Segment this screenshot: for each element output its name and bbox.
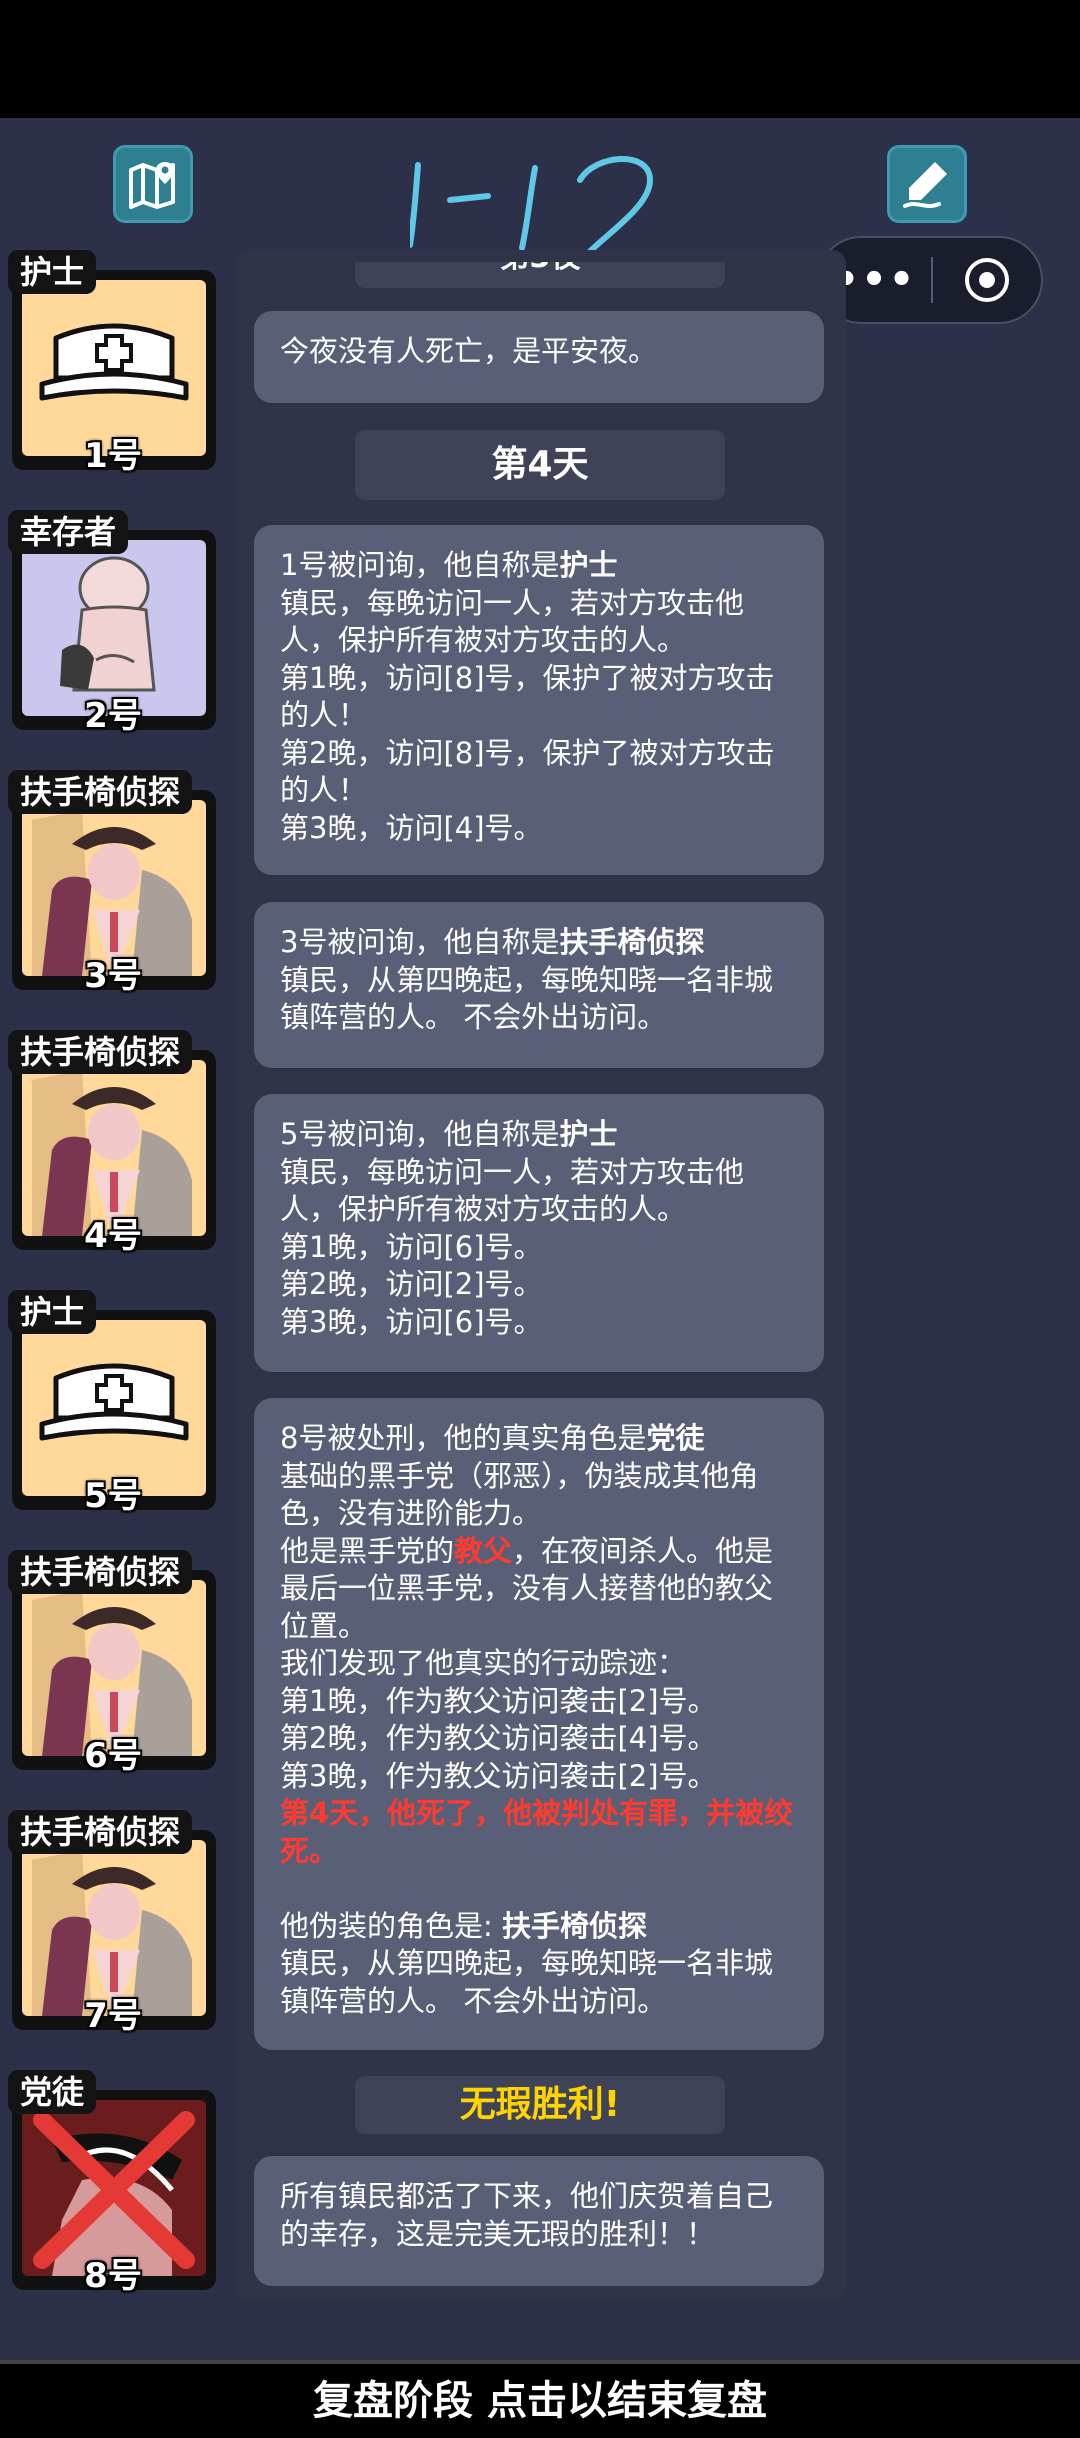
close-miniprogram-button[interactable] [933,255,1041,305]
interrogation-1-line: 第1晚，访问[8]号，保护了被对方攻击的人！ [280,660,775,733]
player-number: 7号 [84,1996,142,2036]
pen-edit-icon [903,162,947,208]
interrogation-3-claimed-role: 扶手椅侦探 [559,925,705,959]
day-4-header-text: 第4天 [491,444,589,485]
execution-godfather: 他是黑手党的教父，在夜间杀人。他是最后一位黑手党，没有人接替他的教父位置。 [280,1533,798,1646]
godfather-word: 教父 [454,1533,513,1568]
end-review-label: 复盘阶段 点击以结束复盘 [313,2378,767,2424]
interrogation-5-line: 第3晚，访问[6]号。 [280,1304,543,1339]
miniprogram-capsule: ••• [817,236,1043,324]
player-card[interactable]: 扶手椅侦探 6号 [8,1550,218,1776]
map-pin-icon [129,162,175,209]
status-bar [0,0,1080,118]
interrogation-3-title: 3号被问询，他自称是扶手椅侦探 [280,924,798,962]
interrogation-1-claimed-role: 护士 [559,548,618,582]
player-card[interactable]: 扶手椅侦探 4号 [8,1030,218,1256]
interrogation-5-line: 镇民，每晚访问一人，若对方攻击他人，保护所有被对方攻击的人。 [280,1154,745,1227]
execution-track: 第2晚，作为教父访问袭击[4]号。 [280,1721,717,1755]
interrogation-1: 1号被问询，他自称是护士 镇民，每晚访问一人，若对方攻击他人，保护所有被对方攻击… [254,525,824,875]
player-role-label: 党徒 [8,2070,97,2114]
victory-header: 无瑕胜利! [355,2076,725,2134]
execution-title: 8号被处刑，他的真实角色是党徒 [280,1420,798,1458]
victory-message-text: 所有镇民都活了下来，他们庆贺着自己的幸存，这是完美无瑕的胜利！！ [280,2179,774,2251]
interrogation-5: 5号被问询，他自称是护士 镇民，每晚访问一人，若对方攻击他人，保护所有被对方攻击… [254,1094,824,1372]
godfather-pre: 他是黑手党的 [280,1533,455,1568]
execution-report: 8号被处刑，他的真实角色是党徒 基础的黑手党（邪恶），伪装成其他角色，没有进阶能… [254,1398,824,2050]
execution-track: 第1晚，作为教父访问袭击[2]号。 [280,1683,717,1718]
player-number: 2号 [84,696,142,736]
player-role-label: 幸存者 [8,510,129,554]
interrogation-3-line: 镇民，从第四晚起，每晚知晓一名非城镇阵营的人。 不会外出访问。 [280,962,774,1035]
interrogation-1-title-pre: 1号被问询，他自称是 [280,548,560,582]
interrogation-3: 3号被问询，他自称是扶手椅侦探 镇民，从第四晚起，每晚知晓一名非城镇阵营的人。 … [254,902,824,1068]
interrogation-5-title: 5号被问询，他自称是护士 [280,1116,798,1154]
victory-header-text: 无瑕胜利! [459,2084,621,2125]
player-role-label: 扶手椅侦探 [8,1030,193,1074]
night-3-header-text: 第3夜 [500,262,581,275]
night-message: 今夜没有人死亡，是平安夜。 [254,311,824,403]
interrogation-1-line: 第2晚，访问[8]号，保护了被对方攻击的人！ [280,735,775,808]
interrogation-1-title: 1号被问询，他自称是护士 [280,547,798,585]
night-message-text: 今夜没有人死亡，是平安夜。 [280,334,658,368]
player-role-label: 护士 [8,1290,97,1334]
execution-role-desc: 基础的黑手党（邪恶），伪装成其他角色，没有进阶能力。 [280,1458,759,1531]
night-3-header: 第3夜 [355,262,725,288]
player-number: 3号 [84,956,142,996]
player-card[interactable]: 护士 5号 [8,1290,218,1516]
notes-button[interactable] [887,145,967,223]
player-number: 8号 [84,2256,142,2296]
player-card[interactable]: 幸存者 2号 [8,510,218,736]
player-card[interactable]: 党徒 8号 [8,2070,218,2296]
player-card[interactable]: 扶手椅侦探 7号 [8,1810,218,2036]
interrogation-1-line: 镇民，每晚访问一人，若对方攻击他人，保护所有被对方攻击的人。 [280,585,745,658]
execution-found: 我们发现了他真实的行动踪迹： [280,1646,687,1680]
interrogation-5-line: 第2晚，访问[2]号。 [280,1267,543,1301]
execution-track: 第3晚，作为教父访问袭击[2]号。 [280,1758,717,1793]
player-role-label: 扶手椅侦探 [8,770,193,814]
disguise-desc: 镇民，从第四晚起，每晚知晓一名非城镇阵营的人。 不会外出访问。 [280,1946,774,2018]
interrogation-5-line: 第1晚，访问[6]号。 [280,1229,543,1264]
player-number: 1号 [84,436,142,476]
interrogation-3-title-pre: 3号被问询，他自称是 [280,925,560,959]
disguise-pre: 他伪装的角色是: [280,1908,502,1943]
player-card[interactable]: 扶手椅侦探 3号 [8,770,218,996]
interrogation-1-line: 第3晚，访问[4]号。 [280,810,543,845]
execution-true-role: 党徒 [646,1421,705,1455]
player-number: 4号 [84,1216,142,1256]
day-4-header: 第4天 [355,430,725,500]
execution-verdict: 第4天，他死了，他被判处有罪，并被绞死。 [280,1796,794,1868]
victory-message: 所有镇民都活了下来，他们庆贺着自己的幸存，这是完美无瑕的胜利！！ [254,2156,824,2286]
player-role-label: 扶手椅侦探 [8,1550,193,1594]
disguise-role: 扶手椅侦探 [502,1908,648,1943]
execution-disguise: 他伪装的角色是: 扶手椅侦探 [280,1908,798,1946]
player-number: 5号 [84,1476,142,1516]
execution-title-pre: 8号被处刑，他的真实角色是 [280,1421,647,1455]
player-role-label: 护士 [8,250,97,294]
interrogation-5-title-pre: 5号被问询，他自称是 [280,1117,560,1151]
end-review-button[interactable]: 复盘阶段 点击以结束复盘 [0,2360,1080,2438]
record-circle-icon [965,258,1009,302]
interrogation-5-claimed-role: 护士 [559,1117,618,1151]
player-role-label: 扶手椅侦探 [8,1810,193,1854]
player-number: 6号 [84,1736,142,1776]
player-card[interactable]: 护士 1号 [8,250,218,476]
map-button[interactable] [113,145,193,223]
